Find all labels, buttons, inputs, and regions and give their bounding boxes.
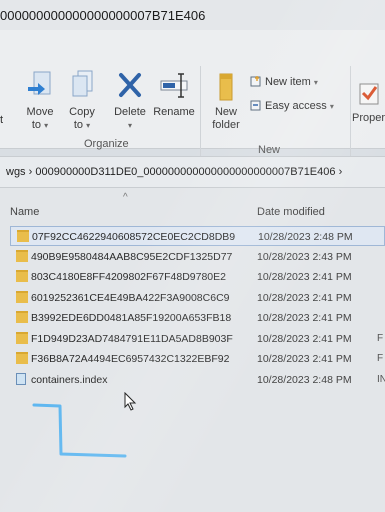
folder-icon [16, 270, 28, 282]
file-name: 490B9E9580484AAB8C95E2CDF1325D77 [31, 250, 233, 263]
sort-up-icon: ^ [123, 192, 128, 203]
file-icon [16, 372, 26, 385]
new-folder-label-2: folder [212, 119, 240, 131]
folder-row[interactable]: 490B9E9580484AAB8C95E2CDF1325D77 10/28/20… [10, 247, 385, 267]
properties-label: Properti [352, 112, 385, 124]
folder-row[interactable]: F1D949D23AD7484791E11DA5AD8B903F 10/28/20… [10, 329, 385, 349]
move-to-icon [28, 71, 51, 95]
folder-icon [16, 290, 28, 303]
chevron-down-icon: ▾ [127, 121, 132, 130]
ribbon-separator [200, 66, 201, 166]
ribbon: t Move to ▾ Copy to ▾ Delete ▾ Rename Or… [0, 30, 385, 166]
chevron-right-icon: › [338, 166, 343, 178]
properties-checkmark-icon [359, 83, 379, 105]
rename-label: Rename [153, 106, 195, 118]
rename-button[interactable]: Rename [152, 70, 196, 119]
title-bar: 000000000000000000007B71E406 [0, 0, 385, 30]
new-item-label: New item [265, 76, 311, 88]
new-item-button[interactable]: New item ▾ [250, 76, 318, 88]
address-bar[interactable]: wgs › 000900000D311DE0_00000000000000000… [0, 156, 385, 188]
new-folder-button[interactable]: New folder [206, 70, 246, 132]
chevron-down-icon: ▾ [44, 121, 49, 130]
folder-row[interactable]: 07F92CC4622940608572CE0EC2CD8DB9 10/28/20… [10, 226, 385, 246]
file-date-modified: 10/28/2023 2:43 PM [257, 250, 352, 263]
file-date-modified: 10/28/2023 2:41 PM [257, 291, 352, 304]
column-header-date[interactable]: Date modified [257, 206, 325, 218]
folder-icon [16, 331, 28, 344]
folder-row[interactable]: 6019252361CE4E49BA422F3A9008C6C9 10/28/20… [10, 288, 385, 308]
ribbon-partial-label: t [0, 114, 4, 126]
file-name: B3992EDE6DD0481A85F19200A653FB18 [31, 312, 232, 324]
move-to-label-1: Move [26, 106, 54, 118]
rename-icon [160, 73, 188, 98]
file-type-partial: F [377, 332, 384, 344]
organize-group-label: Organize [84, 138, 129, 150]
file-name: 803C4180E8FF4209802F67F48D9780E2 [31, 271, 226, 283]
file-date-modified: 10/28/2023 2:41 PM [257, 271, 352, 283]
new-group-label: New [258, 144, 281, 156]
easy-access-label: Easy access [265, 100, 327, 112]
ribbon-separator [350, 66, 351, 166]
chevron-down-icon: ▾ [86, 121, 91, 130]
folder-icon [17, 230, 29, 242]
file-date-modified: 10/28/2023 2:48 PM [258, 231, 353, 243]
file-name: containers.index [31, 373, 108, 386]
new-folder-icon [219, 73, 233, 101]
file-type-partial: IN [377, 373, 385, 385]
copy-to-icon [72, 70, 93, 97]
file-name: 6019252361CE4E49BA422F3A9008C6C9 [31, 291, 230, 304]
breadcrumb: wgs › 000900000D311DE0_00000000000000000… [6, 166, 342, 178]
chevron-down-icon: ▾ [329, 102, 334, 111]
folder-icon [16, 249, 28, 262]
new-item-icon [250, 76, 262, 87]
chevron-down-icon: ▾ [313, 78, 318, 87]
folder-icon [16, 311, 28, 323]
file-date-modified: 10/28/2023 2:48 PM [257, 373, 352, 386]
file-date-modified: 10/28/2023 2:41 PM [257, 332, 352, 345]
file-row[interactable]: containers.index 10/28/2023 2:48 PM IN [10, 370, 385, 390]
file-name: F36B8A72A4494EC6957432C1322EBF92 [31, 353, 230, 365]
copy-to-label-1: Copy [69, 106, 95, 118]
file-type-partial: F [377, 353, 384, 364]
file-date-modified: 10/28/2023 2:41 PM [257, 353, 352, 365]
copy-to-button[interactable]: Copy to ▾ [64, 70, 100, 132]
easy-access-icon [250, 100, 262, 111]
move-to-button[interactable]: Move to ▾ [22, 70, 58, 132]
folder-icon [16, 352, 28, 364]
file-name: F1D949D23AD7484791E11DA5AD8B903F [31, 332, 233, 345]
copy-to-label-2: to [73, 119, 84, 131]
easy-access-button[interactable]: Easy access ▾ [250, 100, 334, 112]
properties-button[interactable]: Properti [352, 82, 385, 125]
delete-label: Delete [114, 106, 146, 118]
folder-row[interactable]: B3992EDE6DD0481A85F19200A653FB18 10/28/20… [10, 308, 385, 328]
column-header-name[interactable]: Name [10, 206, 39, 218]
delete-button[interactable]: Delete ▾ [110, 70, 150, 132]
breadcrumb-segment[interactable]: 000900000D311DE0_00000000000000000000000… [35, 166, 335, 178]
move-to-label-2: to [31, 119, 42, 131]
file-name: 07F92CC4622940608572CE0EC2CD8DB9 [32, 231, 236, 243]
new-folder-label-1: New [214, 106, 237, 118]
folder-row[interactable]: F36B8A72A4494EC6957432C1322EBF92 10/28/20… [10, 349, 385, 369]
delete-x-icon [119, 73, 141, 97]
folder-row[interactable]: 803C4180E8FF4209802F67F48D9780E2 10/28/20… [10, 267, 385, 287]
file-date-modified: 10/28/2023 2:41 PM [257, 312, 352, 324]
breadcrumb-segment[interactable]: wgs [6, 166, 26, 178]
window-title: 000000000000000000007B71E406 [0, 8, 206, 23]
drawn-marker-stroke [32, 403, 127, 458]
